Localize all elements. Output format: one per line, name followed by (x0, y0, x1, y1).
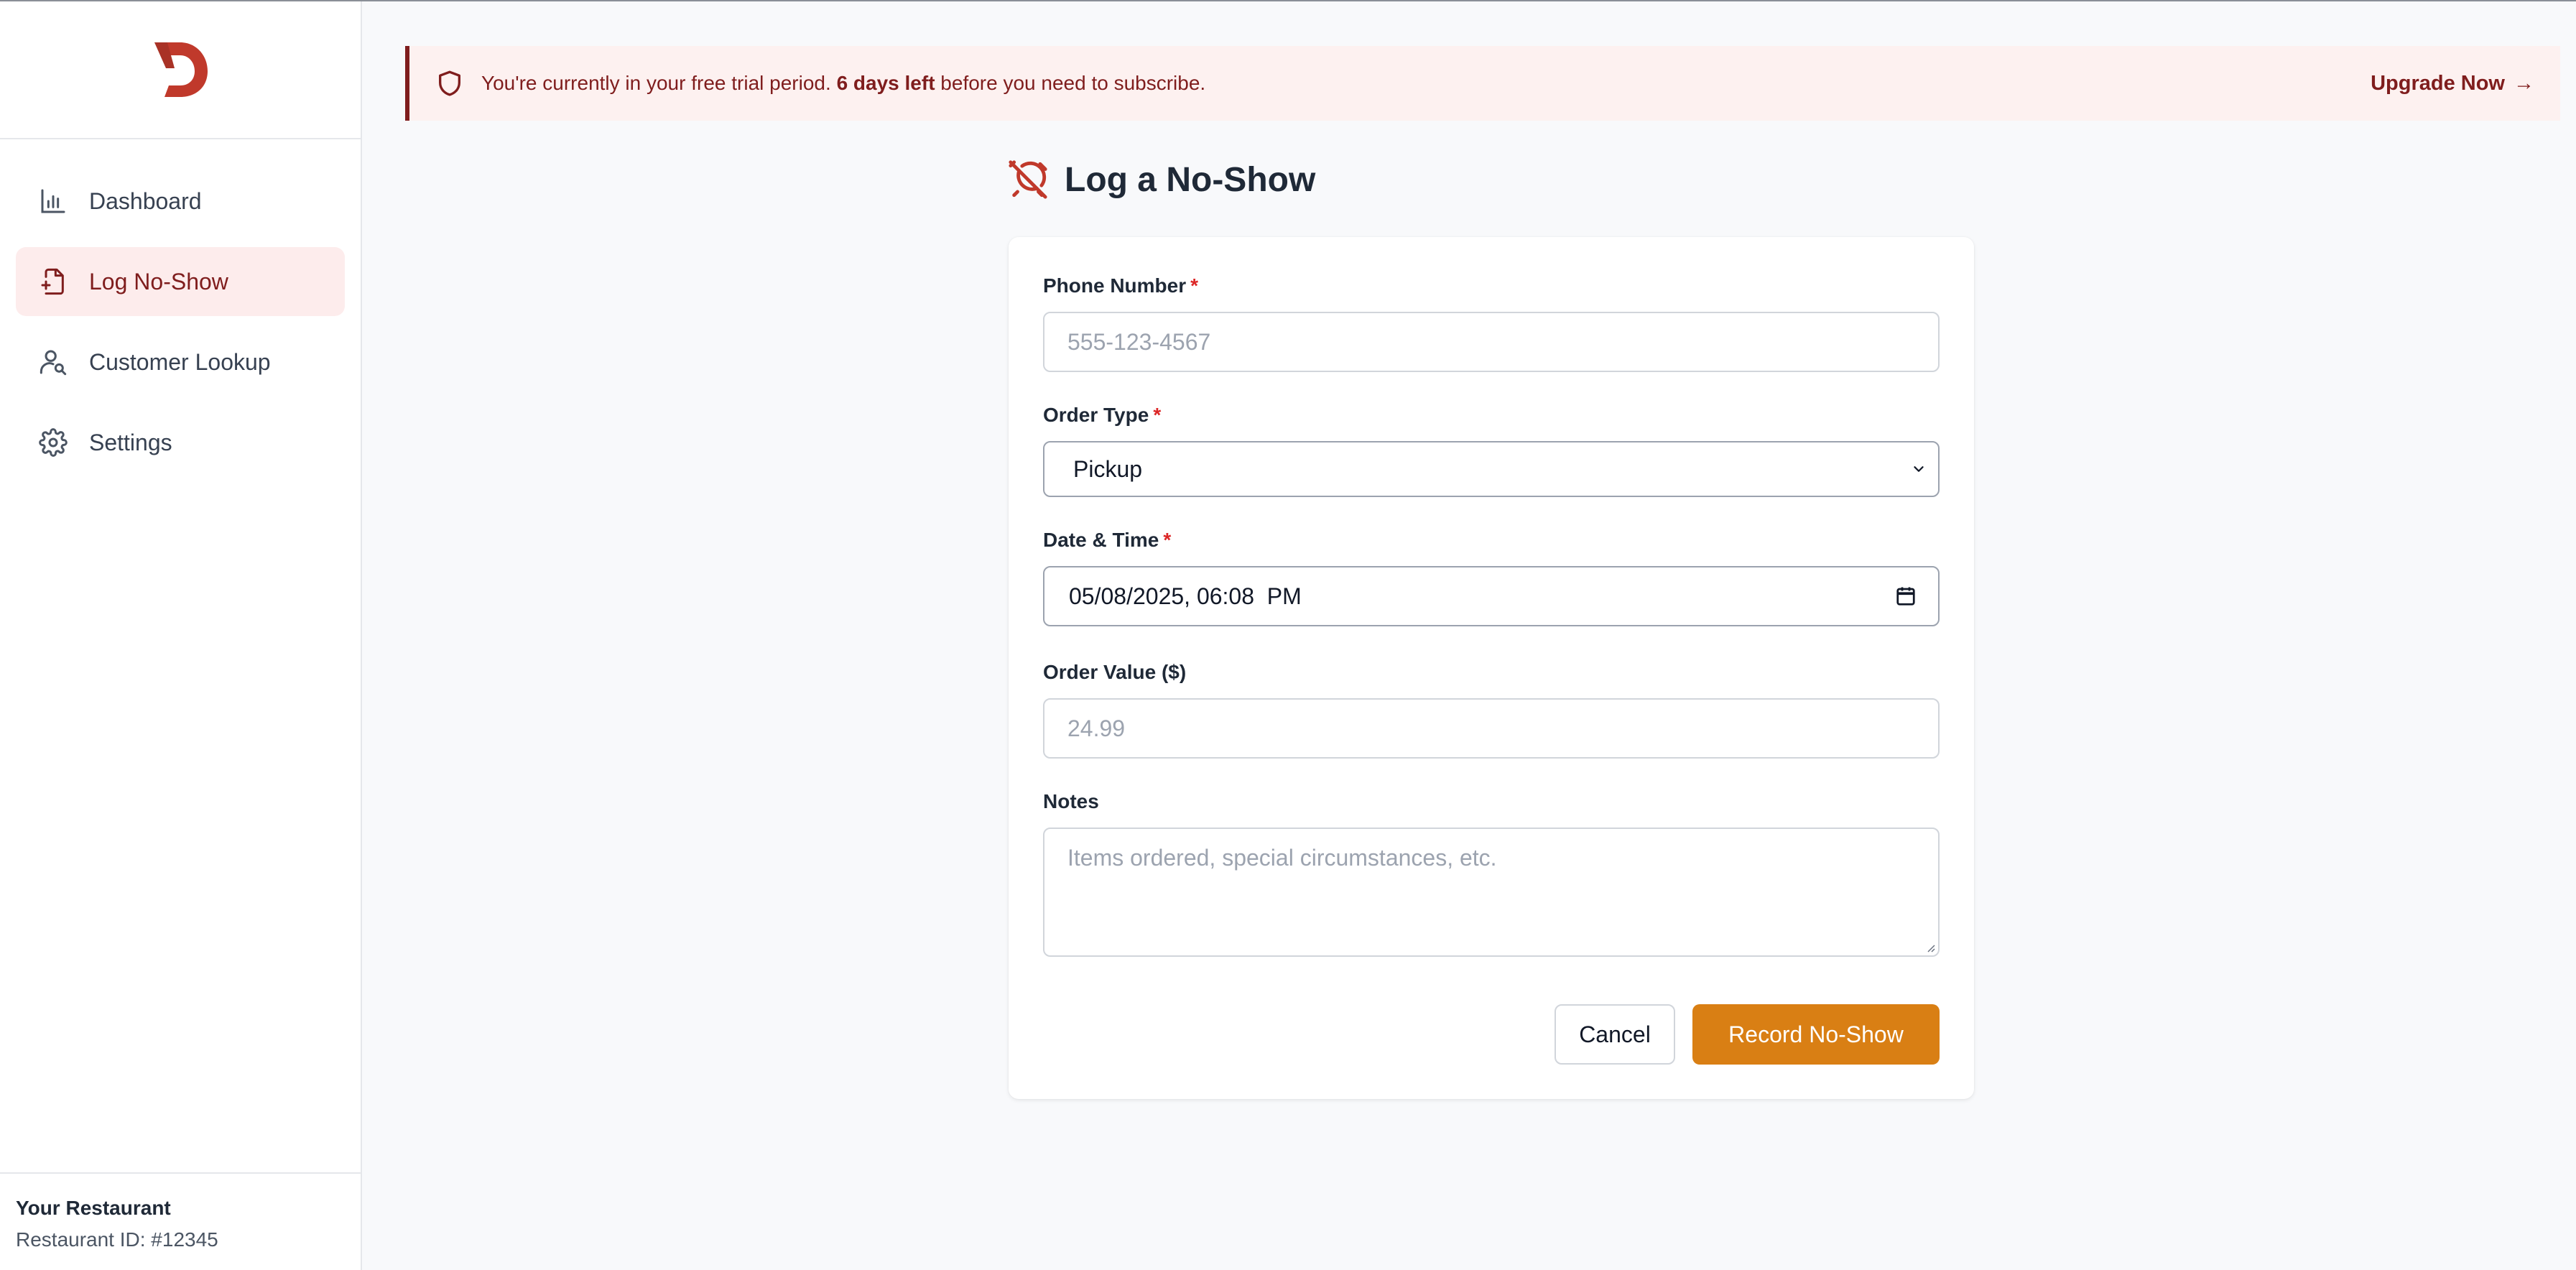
order-type-label: Order Type * (1043, 404, 1940, 427)
form-actions: Cancel Record No-Show (1555, 1004, 1940, 1065)
d-logo-icon[interactable] (150, 40, 210, 100)
sidebar-item-label: Customer Lookup (89, 348, 271, 375)
gear-icon (39, 428, 68, 457)
page-title: Log a No-Show (1065, 160, 1316, 199)
sidebar-footer: Your Restaurant Restaurant ID: #12345 (0, 1172, 361, 1270)
window-top-border (0, 0, 2576, 1)
sidebar-item-customer-lookup[interactable]: Customer Lookup (16, 328, 345, 397)
required-asterisk: * (1153, 404, 1162, 426)
restaurant-id: Restaurant ID: #12345 (16, 1228, 218, 1251)
notes-textarea[interactable]: Items ordered, special circumstances, et… (1043, 828, 1940, 957)
upgrade-label: Upgrade Now (2371, 71, 2505, 95)
order-value-input[interactable]: 24.99 (1043, 698, 1940, 759)
sidebar-item-settings[interactable]: Settings (16, 408, 345, 477)
bar-chart-icon (39, 187, 68, 215)
no-show-form-card: Phone Number * 555-123-4567 Order Type * P… (1009, 237, 1974, 1099)
notes-placeholder: Items ordered, special circumstances, et… (1067, 845, 1497, 871)
order-value-label: Order Value ($) (1043, 661, 1187, 683)
phone-field-group: Phone Number * 555-123-4567 (1043, 274, 1940, 372)
notes-label: Notes (1043, 790, 1099, 812)
phone-label-text: Phone Number (1043, 274, 1187, 297)
phone-placeholder: 555-123-4567 (1067, 328, 1211, 355)
sidebar-item-label: Dashboard (89, 187, 202, 214)
resize-handle-icon[interactable] (1924, 941, 1935, 952)
datetime-field-group: Date & Time * 05/08/2025, 06:08 PM (1043, 529, 1940, 626)
datetime-label-text: Date & Time (1043, 529, 1159, 551)
logo-area (0, 1, 361, 139)
sidebar-item-label: Settings (89, 429, 172, 455)
phone-number-input[interactable]: 555-123-4567 (1043, 312, 1940, 372)
trial-message: You're currently in your free trial peri… (481, 72, 2371, 95)
required-asterisk: * (1190, 274, 1199, 297)
record-no-show-button[interactable]: Record No-Show (1692, 1004, 1940, 1065)
sidebar-item-label: Log No-Show (89, 268, 228, 295)
page-header: Log a No-Show (1007, 154, 1315, 205)
chevron-down-icon (1914, 466, 1924, 472)
trial-days-left: 6 days left (836, 72, 935, 94)
sidebar-nav: Dashboard Log No-Show Customer Lookup Se… (0, 139, 361, 477)
order-type-select[interactable]: Pickup (1043, 441, 1940, 497)
notes-field-group: Notes Items ordered, special circumstanc… (1043, 790, 1940, 957)
datetime-value: 05/08/2025, 06:08 PM (1069, 583, 1302, 609)
shield-icon (439, 70, 460, 96)
trial-banner: You're currently in your free trial peri… (405, 46, 2560, 121)
required-asterisk: * (1163, 529, 1172, 551)
alarm-off-icon (1009, 160, 1047, 199)
trial-text-before: You're currently in your free trial peri… (481, 72, 831, 94)
datetime-label: Date & Time * (1043, 529, 1940, 552)
cancel-button[interactable]: Cancel (1555, 1004, 1675, 1065)
file-plus-icon (39, 267, 68, 296)
upgrade-now-link[interactable]: Upgrade Now → (2371, 72, 2534, 96)
trial-text-after: before you need to subscribe. (940, 72, 1206, 94)
order-type-field-group: Order Type * Pickup (1043, 404, 1940, 497)
order-type-label-text: Order Type (1043, 404, 1149, 426)
phone-label: Phone Number * (1043, 274, 1940, 297)
order-value-placeholder: 24.99 (1067, 715, 1126, 741)
calendar-icon[interactable] (1895, 585, 1917, 607)
sidebar: Dashboard Log No-Show Customer Lookup Se… (0, 1, 362, 1270)
datetime-input[interactable]: 05/08/2025, 06:08 PM (1043, 566, 1940, 626)
order-value-field-group: Order Value ($) 24.99 (1043, 661, 1940, 759)
sidebar-item-dashboard[interactable]: Dashboard (16, 167, 345, 236)
arrow-right-icon: → (2514, 71, 2534, 95)
restaurant-name: Your Restaurant (16, 1197, 171, 1219)
sidebar-item-log-no-show[interactable]: Log No-Show (16, 247, 345, 316)
order-type-value: Pickup (1073, 455, 1143, 482)
user-search-icon (39, 348, 68, 376)
